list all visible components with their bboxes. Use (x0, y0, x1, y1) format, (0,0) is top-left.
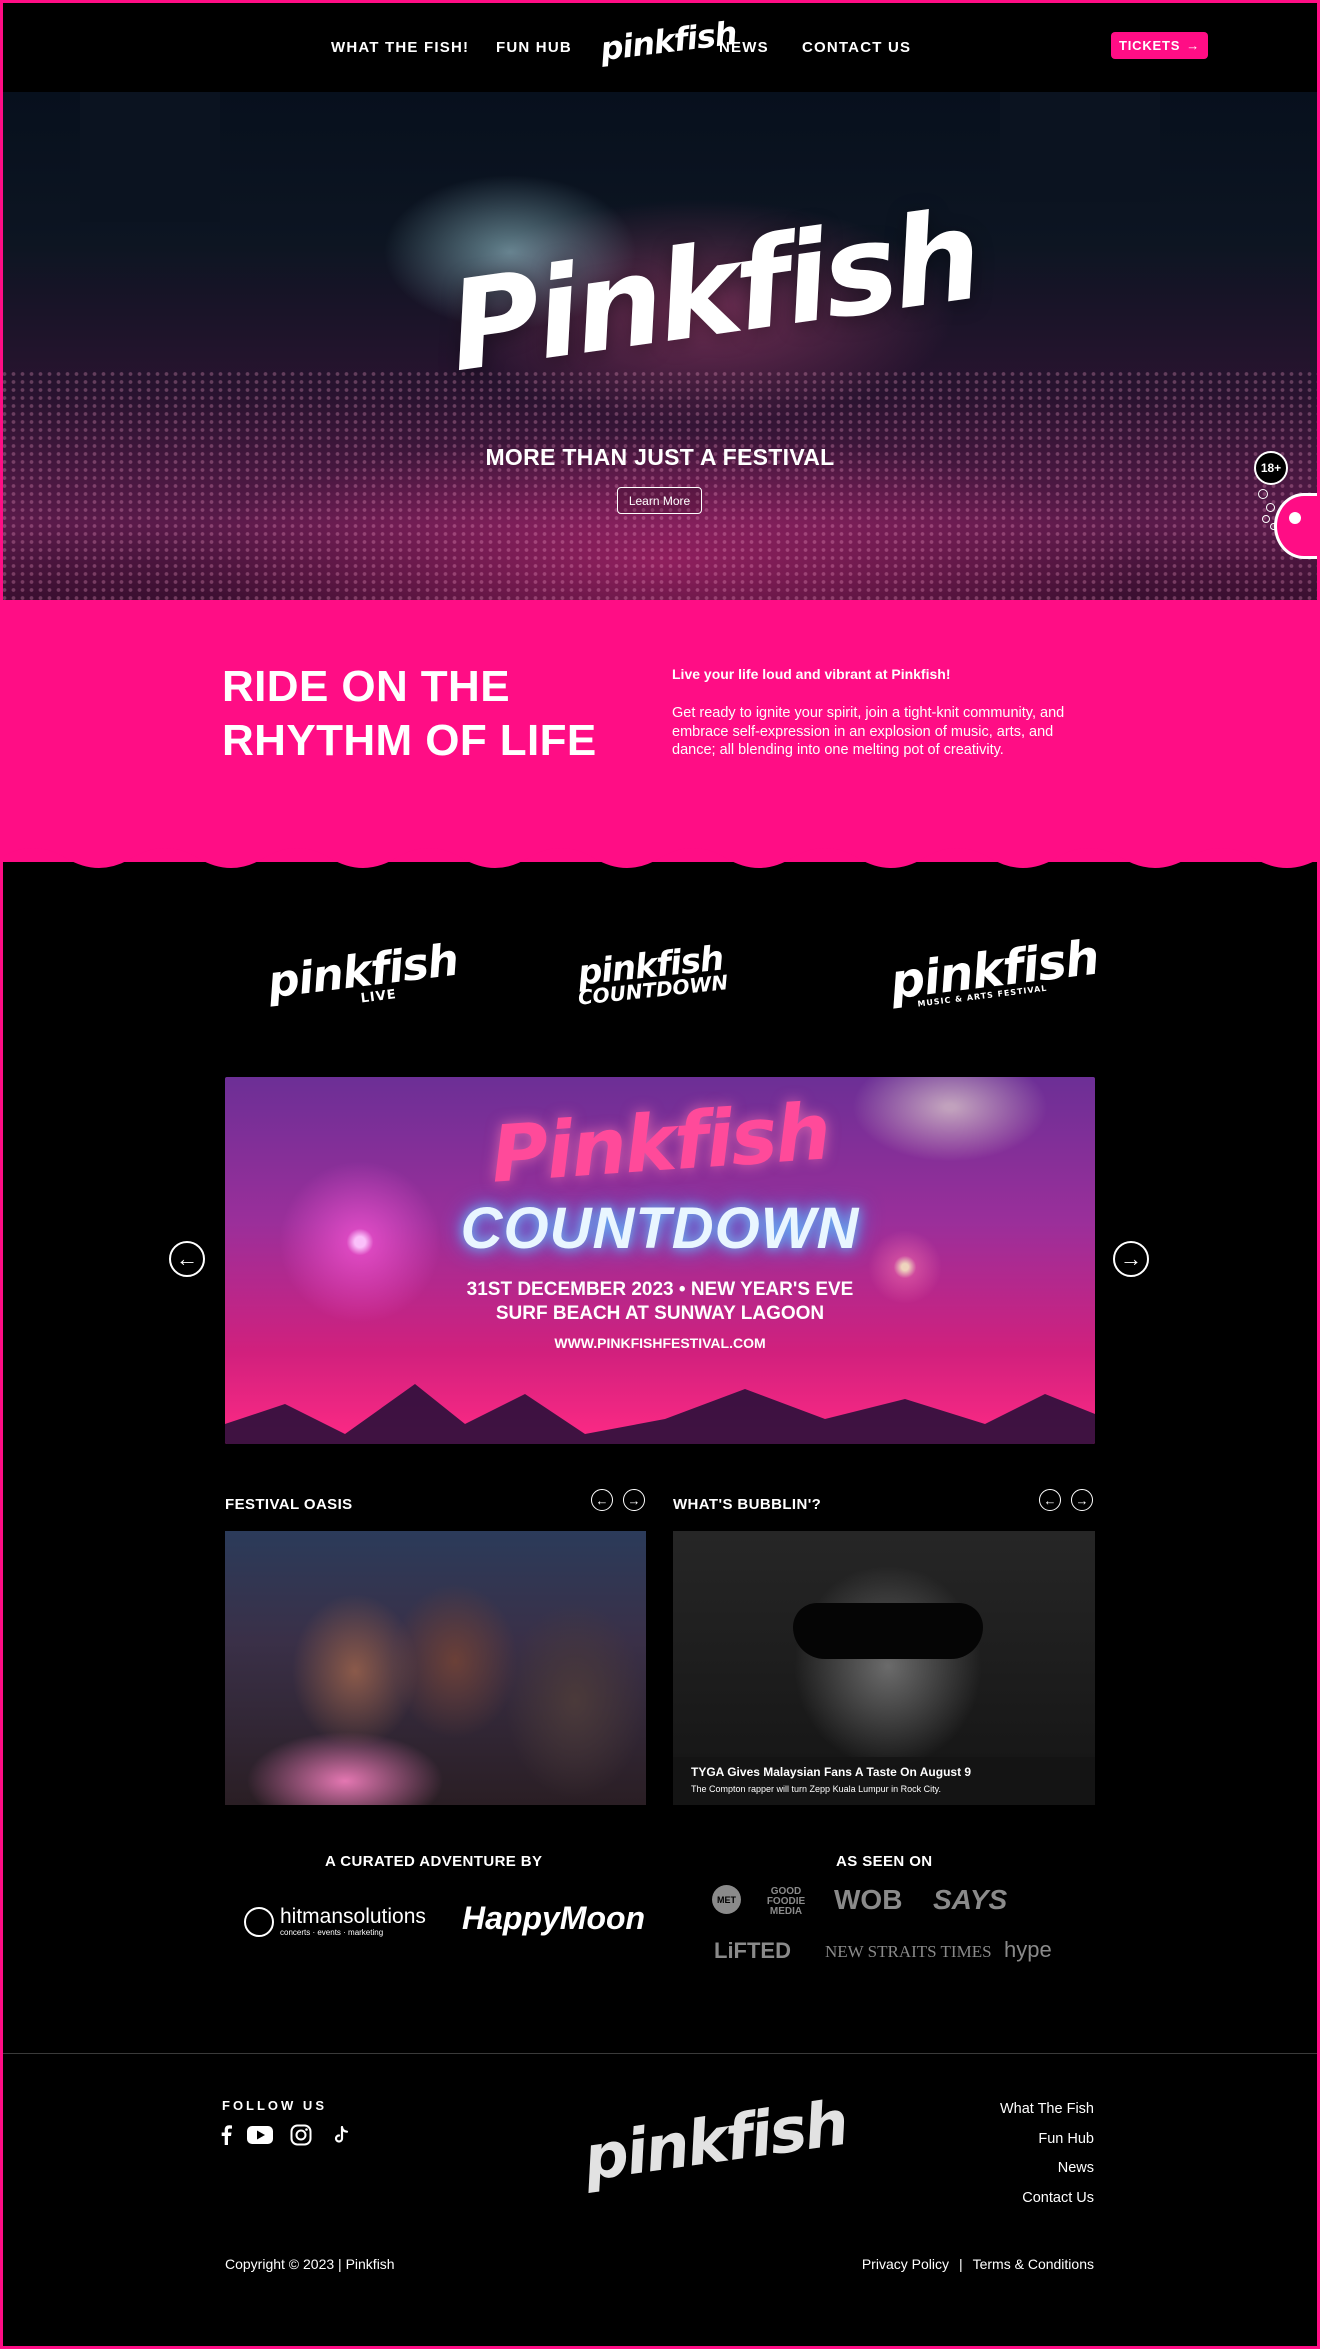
oasis-next-button[interactable]: → (623, 1489, 645, 1511)
intro-title-line2: RHYTHM OF LIFE (222, 716, 597, 765)
hero-tagline: MORE THAN JUST A FESTIVAL (485, 444, 835, 470)
hitmansolutions-tagline: concerts · events · marketing (280, 1928, 384, 1937)
news-photo-sunglasses (793, 1603, 983, 1659)
arrow-right-icon: → (627, 1492, 641, 1508)
as-seen-on-heading: AS SEEN ON (836, 1853, 933, 1870)
news-caption: TYGA Gives Malaysian Fans A Taste On Aug… (673, 1757, 1095, 1805)
media-goodfoodie-logo[interactable]: GOOD FOODIE MEDIA (765, 1887, 807, 1917)
banner-venue: SURF BEACH AT SUNWAY LAGOON (495, 1303, 825, 1324)
nav-link-fun-hub[interactable]: FUN HUB (496, 39, 572, 56)
media-lifted-logo[interactable]: LiFTED (714, 1938, 791, 1964)
media-wob-logo[interactable]: WOB (834, 1884, 902, 1916)
youtube-icon[interactable] (246, 2124, 274, 2146)
top-nav: WHAT THE FISH! FUN HUB pinkfish NEWS CON… (0, 0, 1320, 92)
oasis-prev-button[interactable]: ← (591, 1489, 613, 1511)
media-hype-logo[interactable]: hype (1004, 1937, 1052, 1963)
news-title: TYGA Gives Malaysian Fans A Taste On Aug… (691, 1765, 972, 1779)
intro-subtitle: Live your life loud and vibrant at Pinkf… (672, 666, 951, 682)
hitmansolutions-logo[interactable]: hitmansolutions concerts · events · mark… (244, 1906, 426, 1937)
nav-link-what-the-fish[interactable]: WHAT THE FISH! (331, 39, 469, 56)
news-subtitle: The Compton rapper will turn Zepp Kuala … (691, 1784, 941, 1794)
arrow-left-icon: ← (595, 1492, 609, 1508)
intro-title: RIDE ON THE RHYTHM OF LIFE (222, 660, 642, 768)
nav-link-news[interactable]: NEWS (719, 39, 769, 56)
happymoon-logo[interactable]: HappyMoon (462, 1900, 645, 1937)
crowd-image (0, 370, 1320, 600)
nav-link-contact-us[interactable]: CONTACT US (802, 39, 911, 56)
age-restriction-badge: 18+ (1254, 451, 1288, 485)
arrow-right-icon: → (1075, 1492, 1089, 1508)
intro-title-line1: RIDE ON THE (222, 662, 510, 711)
arrow-left-icon: ← (176, 1246, 198, 1271)
arrow-right-icon: → (1186, 38, 1201, 53)
bubble-icon (1258, 489, 1268, 499)
nav-logo[interactable]: pinkfish (598, 14, 738, 68)
hitmansolutions-name: hitmansolutions (280, 1905, 426, 1928)
media-met-logo[interactable]: MET (712, 1885, 741, 1914)
banner-date: 31ST DECEMBER 2023 • NEW YEAR'S EVE (466, 1279, 854, 1300)
bubble-icon (1262, 515, 1270, 523)
curated-heading: A CURATED ADVENTURE BY (325, 1853, 543, 1870)
banner-url: WWW.PINKFISHFESTIVAL.COM (554, 1335, 766, 1351)
banner-countdown: COUNTDOWN (460, 1196, 860, 1261)
media-says-logo[interactable]: SAYS (933, 1884, 1007, 1916)
carousel-prev-button[interactable]: ← (169, 1241, 205, 1277)
fish-eye (1289, 512, 1301, 524)
tickets-button[interactable]: TICKETS → (1111, 32, 1208, 59)
footer-links: What The Fish Fun Hub News Contact Us (1000, 2101, 1094, 2219)
brand-pinkfish-live[interactable]: pinkfish LIVE (265, 935, 462, 1018)
festival-oasis-heading: FESTIVAL OASIS (225, 1496, 353, 1513)
intro-section: RIDE ON THE RHYTHM OF LIFE Live your lif… (0, 600, 1320, 862)
building-silhouette (80, 92, 220, 222)
media-nst-logo[interactable]: NEW STRAITS TIMES (825, 1942, 992, 1962)
terms-link[interactable]: Terms & Conditions (973, 2256, 1094, 2272)
arrow-right-icon: → (1120, 1246, 1142, 1271)
footer-divider (0, 2053, 1320, 2054)
legal-links: Privacy Policy | Terms & Conditions (862, 2256, 1094, 2272)
instagram-icon[interactable] (289, 2124, 313, 2146)
facebook-icon[interactable] (216, 2124, 236, 2146)
bubblin-prev-button[interactable]: ← (1039, 1489, 1061, 1511)
whats-bubblin-heading: WHAT'S BUBBLIN'? (673, 1496, 822, 1513)
building-silhouette (1000, 92, 1160, 202)
wave-divider (0, 836, 1320, 868)
copyright-text: Copyright © 2023 | Pinkfish (225, 2256, 395, 2272)
tickets-label: TICKETS (1118, 38, 1181, 53)
bubblin-next-button[interactable]: → (1071, 1489, 1093, 1511)
follow-us-label: FOLLOW US (222, 2098, 327, 2113)
brand-pinkfish-countdown[interactable]: pinkfish COUNTDOWN (573, 938, 729, 1010)
privacy-policy-link[interactable]: Privacy Policy (862, 2256, 949, 2272)
countdown-banner[interactable]: Pinkfish COUNTDOWN 31ST DECEMBER 2023 • … (225, 1077, 1095, 1444)
hero-logo: Pinkfish (440, 183, 987, 401)
carousel-next-button[interactable]: → (1113, 1241, 1149, 1277)
footer-link-contact-us[interactable]: Contact Us (1000, 2190, 1094, 2220)
learn-more-button[interactable]: Learn More (617, 487, 702, 514)
festival-oasis-photo[interactable] (225, 1531, 646, 1805)
bubble-icon (1266, 503, 1275, 512)
legal-separator: | (958, 2256, 963, 2272)
tiktok-icon[interactable] (331, 2124, 351, 2146)
hero-section: Pinkfish MORE THAN JUST A FESTIVAL Learn… (0, 92, 1320, 600)
intro-body: Get ready to ignite your spirit, join a … (672, 705, 1065, 758)
mountain-silhouette (225, 1384, 1095, 1444)
brand-pinkfish-festival[interactable]: pinkfish MUSIC & ARTS FESTIVAL (887, 929, 1101, 1011)
hitmansolutions-icon (244, 1906, 274, 1937)
arrow-left-icon: ← (1043, 1492, 1057, 1508)
footer-logo[interactable]: pinkfish (579, 2086, 851, 2195)
footer-link-what-the-fish[interactable]: What The Fish (1000, 2101, 1094, 2131)
footer-link-fun-hub[interactable]: Fun Hub (1000, 2131, 1094, 2161)
news-card[interactable]: TYGA Gives Malaysian Fans A Taste On Aug… (673, 1531, 1095, 1805)
footer-link-news[interactable]: News (1000, 2160, 1094, 2190)
